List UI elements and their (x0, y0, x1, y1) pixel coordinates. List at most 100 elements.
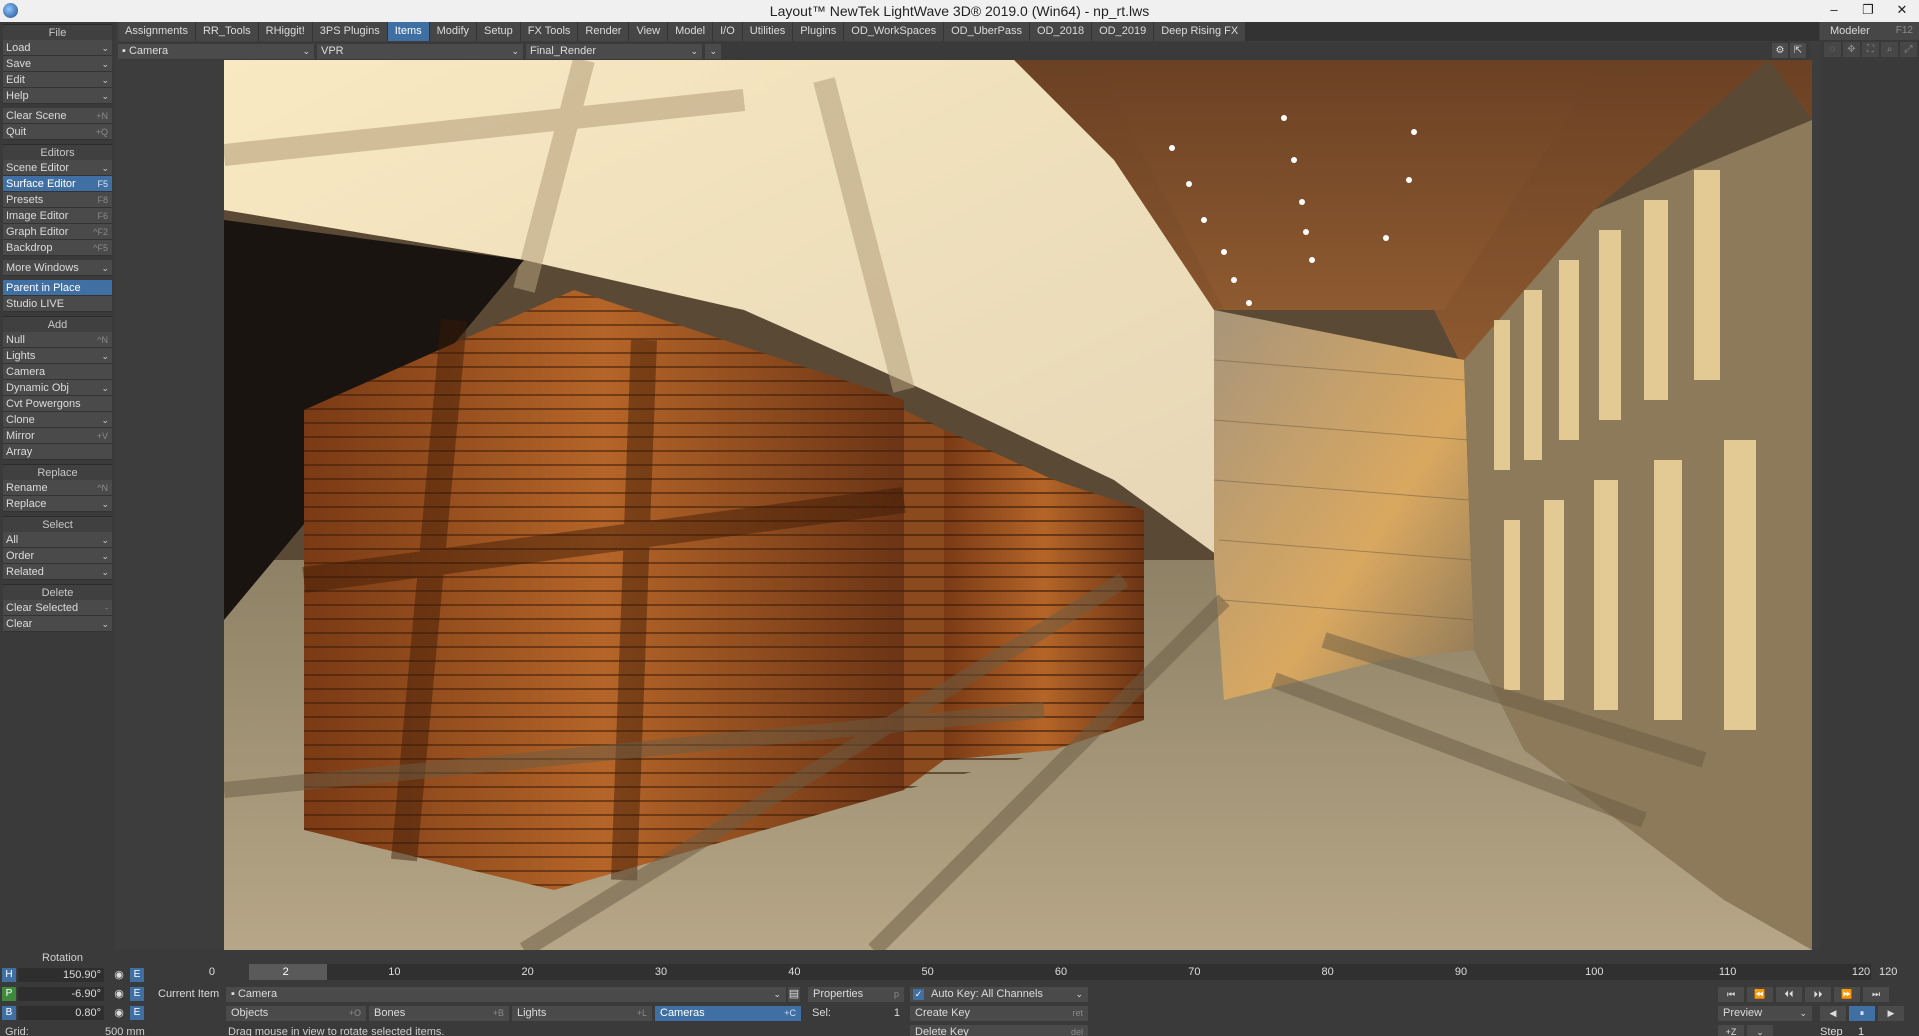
objects-button[interactable]: Objects +O (226, 1006, 366, 1021)
rotate-view-icon[interactable]: ◌ (1824, 42, 1841, 57)
bones-button[interactable]: Bones +B (369, 1006, 509, 1021)
tab-deep-rising-fx[interactable]: Deep Rising FX (1154, 22, 1246, 41)
sidebar-item-surface-editor[interactable]: Surface Editor F5 (3, 176, 112, 192)
sidebar-item-rename[interactable]: Rename ^N (3, 480, 112, 496)
sidebar-item-edit[interactable]: Edit ⌄ (3, 72, 112, 88)
maximize-icon[interactable]: ⤢ (1900, 42, 1917, 57)
step-forward-icon[interactable]: ⏵⏵ (1805, 987, 1831, 1002)
delete-key-button[interactable]: Delete Key del (910, 1025, 1088, 1036)
preview-dropdown[interactable]: Preview ⌄ (1718, 1006, 1812, 1021)
move-view-icon[interactable]: ✥ (1843, 42, 1860, 57)
previous-key-icon[interactable]: ⏪ (1747, 987, 1773, 1002)
maximize-viewport-icon[interactable]: ⇱ (1790, 43, 1806, 58)
render-mode-dropdown[interactable]: Final_Render ⌄ (526, 43, 702, 59)
tab-assignments[interactable]: Assignments (118, 22, 195, 41)
tab-3ps-plugins[interactable]: 3PS Plugins (312, 22, 387, 41)
pitch-value-field[interactable]: -6.90° (18, 987, 104, 1001)
restore-button[interactable]: ❐ (1851, 0, 1885, 22)
checkmark-icon[interactable]: ✓ (913, 989, 924, 1000)
sidebar-item-replace[interactable]: Replace ⌄ (3, 496, 112, 512)
view-select-dropdown[interactable]: ▪ Camera ⌄ (118, 43, 314, 59)
timeline-track[interactable]: 2 10 20 30 40 50 60 70 80 90 100 110 120 (248, 964, 1871, 980)
tab-rhiggit[interactable]: RHiggit! (258, 22, 312, 41)
tab-fx-tools[interactable]: FX Tools (520, 22, 578, 41)
close-button[interactable]: ✕ (1885, 0, 1919, 22)
modeler-button[interactable]: Modeler F12 (1820, 22, 1919, 40)
frame-slider[interactable]: 2 (248, 964, 327, 980)
timeline-start-frame[interactable]: 0 (195, 964, 215, 980)
pause-icon[interactable]: ⏸ (1849, 1006, 1875, 1021)
step-value-field[interactable]: 1 (1858, 1025, 1898, 1036)
parent-in-place-toggle[interactable]: Parent in Place (3, 280, 112, 296)
sidebar-item-presets[interactable]: Presets F8 (3, 192, 112, 208)
eye-icon[interactable]: ◉ (112, 987, 126, 1001)
current-item-dropdown[interactable]: ▪ Camera ⌄ (226, 987, 786, 1002)
first-frame-icon[interactable]: ⏮ (1718, 987, 1744, 1002)
item-list-icon[interactable]: ▤ (788, 987, 800, 1002)
sidebar-item-save[interactable]: Save ⌄ (3, 56, 112, 72)
more-windows-button[interactable]: More Windows ⌄ (3, 260, 112, 276)
envelope-button[interactable]: E (130, 1006, 144, 1020)
bank-value-field[interactable]: 0.80° (18, 1006, 104, 1020)
sidebar-item-clear-scene[interactable]: Clear Scene +N (3, 108, 112, 124)
step-back-icon[interactable]: ⏴⏴ (1776, 987, 1802, 1002)
sidebar-item-quit[interactable]: Quit +Q (3, 124, 112, 140)
timeline-end-frame[interactable]: 120 (1875, 964, 1915, 980)
tab-i-o[interactable]: I/O (713, 22, 742, 41)
properties-button[interactable]: Properties p (808, 987, 904, 1002)
sidebar-item-null[interactable]: Null ^N (3, 332, 112, 348)
next-key-icon[interactable]: ⏩ (1834, 987, 1860, 1002)
chevron-down-icon[interactable]: ⌄ (1747, 1025, 1773, 1036)
sidebar-item-dynamic-obj[interactable]: Dynamic Obj ⌄ (3, 380, 112, 396)
sidebar-item-camera[interactable]: Camera (3, 364, 112, 380)
camera-viewport[interactable] (224, 60, 1812, 950)
sidebar-item-image-editor[interactable]: Image Editor F6 (3, 208, 112, 224)
sidebar-item-graph-editor[interactable]: Graph Editor ^F2 (3, 224, 112, 240)
zoom-timeline-icon[interactable]: +Z (1718, 1025, 1744, 1036)
envelope-button[interactable]: E (130, 968, 144, 982)
tab-od-uberpass[interactable]: OD_UberPass (944, 22, 1029, 41)
tab-od-2018[interactable]: OD_2018 (1030, 22, 1092, 41)
sidebar-item-clear[interactable]: Clear ⌄ (3, 616, 112, 632)
sidebar-item-clear-selected[interactable]: Clear Selected - (3, 600, 112, 616)
eye-icon[interactable]: ◉ (112, 1006, 126, 1020)
minimize-button[interactable]: – (1817, 0, 1851, 22)
sidebar-item-clone[interactable]: Clone ⌄ (3, 412, 112, 428)
last-frame-icon[interactable]: ⏭ (1863, 987, 1889, 1002)
gear-icon[interactable]: ⚙ (1772, 43, 1788, 58)
eye-icon[interactable]: ◉ (112, 968, 126, 982)
sidebar-item-backdrop[interactable]: Backdrop ^F5 (3, 240, 112, 256)
studio-live-button[interactable]: Studio LIVE (3, 296, 112, 312)
vpr-options-dropdown[interactable]: ⌄ (705, 43, 721, 59)
sidebar-item-order[interactable]: Order ⌄ (3, 548, 112, 564)
tab-utilities[interactable]: Utilities (742, 22, 793, 41)
tab-rr-tools[interactable]: RR_Tools (195, 22, 258, 41)
zoom-view-icon[interactable]: ⌕ (1881, 42, 1898, 57)
tab-od-workspaces[interactable]: OD_WorkSpaces (844, 22, 944, 41)
tab-view[interactable]: View (629, 22, 668, 41)
sidebar-item-help[interactable]: Help ⌄ (3, 88, 112, 104)
tab-modify[interactable]: Modify (429, 22, 477, 41)
sidebar-item-scene-editor[interactable]: Scene Editor ⌄ (3, 160, 112, 176)
play-reverse-icon[interactable]: ◀ (1820, 1006, 1846, 1021)
cameras-button[interactable]: Cameras +C (655, 1006, 801, 1021)
tab-items[interactable]: Items (387, 22, 429, 41)
tab-render[interactable]: Render (578, 22, 629, 41)
tab-od-2019[interactable]: OD_2019 (1092, 22, 1154, 41)
sidebar-item-cvt-powergons[interactable]: Cvt Powergons (3, 396, 112, 412)
sidebar-item-array[interactable]: Array (3, 444, 112, 460)
auto-key-dropdown[interactable]: ✓ Auto Key: All Channels ⌄ (910, 987, 1088, 1002)
play-forward-icon[interactable]: ▶ (1878, 1006, 1904, 1021)
tab-model[interactable]: Model (668, 22, 713, 41)
sidebar-item-load[interactable]: Load ⌄ (3, 40, 112, 56)
sidebar-item-mirror[interactable]: Mirror +V (3, 428, 112, 444)
create-key-button[interactable]: Create Key ret (910, 1006, 1088, 1021)
sidebar-item-related[interactable]: Related ⌄ (3, 564, 112, 580)
sidebar-item-lights[interactable]: Lights ⌄ (3, 348, 112, 364)
tab-plugins[interactable]: Plugins (793, 22, 844, 41)
envelope-button[interactable]: E (130, 987, 144, 1001)
heading-value-field[interactable]: 150.90° (18, 968, 104, 982)
view-mode-dropdown[interactable]: VPR ⌄ (317, 43, 523, 59)
lights-button[interactable]: Lights +L (512, 1006, 652, 1021)
sidebar-item-all[interactable]: All ⌄ (3, 532, 112, 548)
